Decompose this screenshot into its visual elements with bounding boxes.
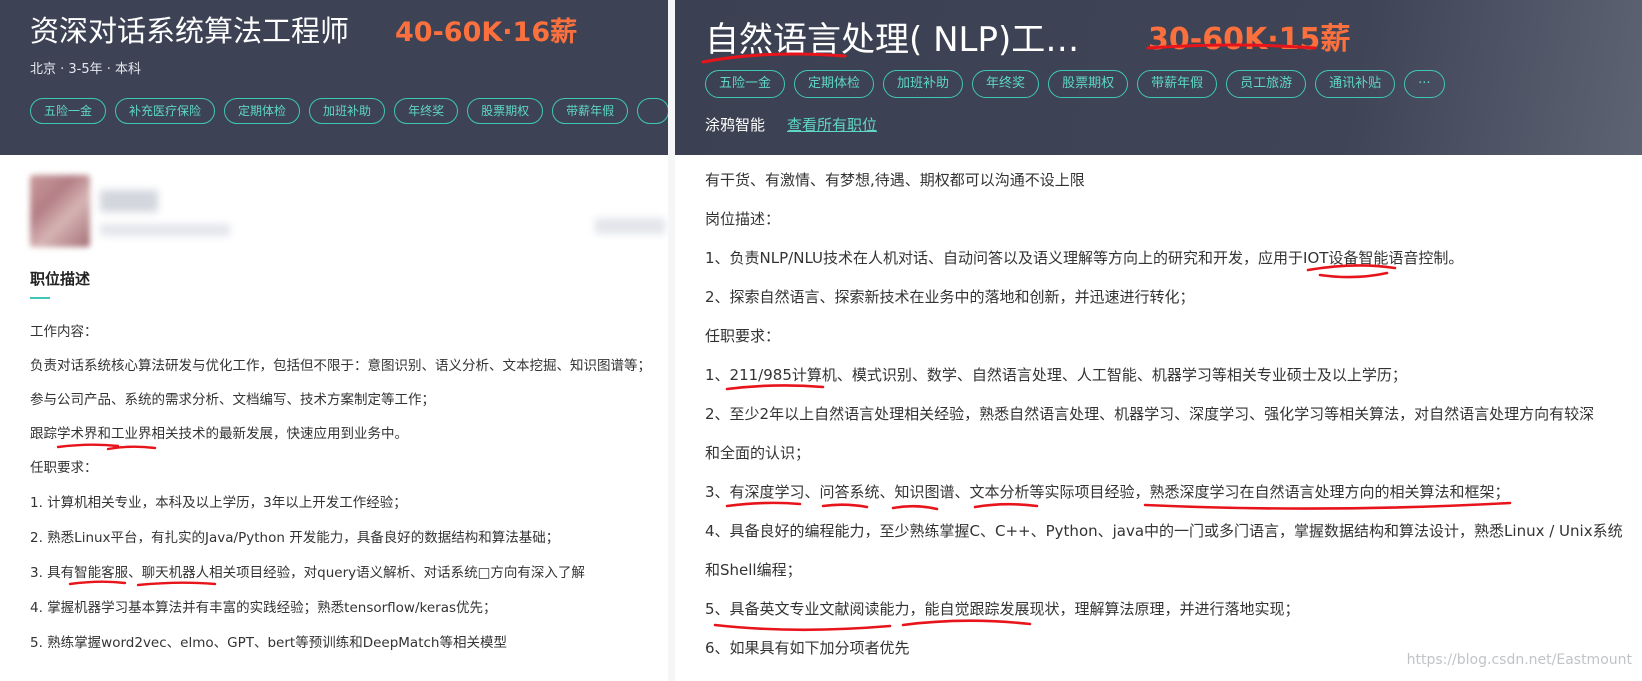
recruiter-info-blurred (100, 224, 230, 236)
right-desc-line: 1、负责NLP/NLU技术在人机对话、自动问答以及语义理解等方向上的研究和开发，… (705, 249, 1464, 267)
right-job-title: 自然语言处理( NLP)工… (705, 20, 1080, 60)
benefit-tag[interactable]: 带薪年假 (552, 98, 629, 124)
right-salary: 30-60K·15薪 (1148, 22, 1351, 57)
right-desc-line: 任职要求： (705, 327, 781, 345)
benefit-tag[interactable]: 定期体检 (794, 70, 875, 98)
annotation-underline (106, 445, 157, 451)
left-job-meta: 北京 · 3-5年 · 本科 (30, 62, 142, 77)
benefit-tag[interactable]: 年终奖 (394, 98, 459, 124)
annotation-underline (68, 580, 127, 586)
left-desc-line: 3. 具有智能客服、聊天机器人相关项目经验，对query语义解析、对话系统□方向… (30, 565, 585, 581)
right-desc-line: 有干货、有激情、有梦想,待遇、期权都可以沟通不设上限 (705, 171, 1085, 189)
left-desc-line: 5. 熟练掌握word2vec、elmo、GPT、bert等预训练和DeepMa… (30, 635, 507, 651)
panel-divider (668, 0, 675, 681)
right-desc-line: 5、具备英文专业文献阅读能力，能自觉跟踪发展现状，理解算法原理，并进行落地实现； (705, 600, 1300, 618)
left-job-title: 资深对话系统算法工程师 (30, 14, 350, 48)
annotation-underline (1143, 501, 1512, 510)
annotation-underline (725, 384, 825, 391)
right-desc-line: 4、具备良好的编程能力，至少熟练掌握C、C++、Python、java中的一门或… (705, 522, 1623, 540)
view-all-jobs-link[interactable]: 查看所有职位 (787, 114, 877, 135)
right-desc-line: 和全面的认识； (705, 444, 811, 462)
section-title-job-description: 职位描述 (30, 270, 91, 288)
annotation-underline (1318, 271, 1389, 279)
benefit-tag[interactable]: 五险一金 (30, 98, 107, 124)
left-desc-line: 工作内容： (30, 324, 98, 340)
left-desc-line: 负责对话系统核心算法研发与优化工作，包括但不限于：意图识别、语义分析、文本挖掘、… (30, 358, 651, 374)
annotation-underline (713, 623, 892, 632)
benefit-tag[interactable]: 年终奖 (972, 70, 1040, 98)
benefit-tag[interactable]: 补充医疗保险 (115, 98, 216, 124)
right-desc-line: 和Shell编程； (705, 561, 802, 579)
annotation-underline (973, 502, 1039, 509)
right-desc-line: 1、211/985计算机、模式识别、数学、自然语言处理、人工智能、机器学习等相关… (705, 366, 1407, 384)
benefit-tag[interactable]: 五险一金 (705, 70, 786, 98)
benefit-tag[interactable]: 通讯补贴 (1315, 70, 1396, 98)
right-desc-line: 岗位描述： (705, 210, 781, 228)
annotation-underline (821, 503, 869, 509)
right-desc-line: 6、如果具有如下加分项者优先 (705, 639, 910, 657)
benefit-tag[interactable]: 股票期权 (1048, 70, 1129, 98)
left-desc-line: 跟踪学术界和工业界相关技术的最新发展，快速应用到业务中。 (30, 426, 408, 442)
right-benefit-tags: 五险一金 定期体检 加班补助 年终奖 股票期权 带薪年假 员工旅游 通讯补贴 ·… (705, 70, 1445, 98)
benefit-tag[interactable]: 股票期权 (467, 98, 544, 124)
left-desc-line: 1. 计算机相关专业，本科及以上学历，3年以上开发工作经验； (30, 495, 407, 511)
recruiter-avatar (30, 175, 90, 247)
left-job-panel: 资深对话系统算法工程师 40-60K·16薪 北京 · 3-5年 · 本科 五险… (0, 0, 668, 681)
left-desc-line: 2. 熟悉Linux平台，有扎实的Java/Python 开发能力，具备良好的数… (30, 530, 560, 546)
annotation-underline (136, 581, 217, 587)
benefit-tag[interactable]: 加班补助 (883, 70, 964, 98)
left-desc-line: 4. 掌握机器学习基本算法并有丰富的实践经验；熟悉tensorflow/kera… (30, 600, 497, 616)
benefit-tag[interactable]: 加班补助 (309, 98, 386, 124)
right-job-header: 自然语言处理( NLP)工… 30-60K·15薪 五险一金 定期体检 加班补助… (675, 0, 1642, 155)
left-job-header: 资深对话系统算法工程师 40-60K·16薪 北京 · 3-5年 · 本科 五险… (0, 0, 668, 155)
left-desc-line: 参与公司产品、系统的需求分析、文档编写、技术方案制定等工作； (30, 392, 435, 408)
csdn-watermark: https://blog.csdn.net/Eastmount (1406, 652, 1632, 668)
recruiter-extra-blurred (595, 218, 665, 234)
right-desc-line: 2、探索自然语言、探索新技术在业务中的落地和创新，并迅速进行转化； (705, 288, 1195, 306)
left-desc-line: 任职要求： (30, 460, 98, 476)
right-desc-line: 3、有深度学习、问答系统、知识图谱、文本分析等实际项目经验，熟悉深度学习在自然语… (705, 483, 1510, 501)
company-name[interactable]: 涂鸦智能 (705, 114, 765, 135)
benefit-tag[interactable]: 带薪年假 (1137, 70, 1218, 98)
annotation-underline (891, 504, 939, 511)
section-title-underline (30, 297, 50, 299)
left-benefit-tags: 五险一金 补充医疗保险 定期体检 加班补助 年终奖 股票期权 带薪年假 (30, 98, 668, 124)
benefit-tag[interactable]: 员工旅游 (1226, 70, 1307, 98)
benefit-tag-partial[interactable] (637, 98, 668, 124)
right-desc-line: 2、至少2年以上自然语言处理相关经验，熟悉自然语言处理、机器学习、深度学习、强化… (705, 405, 1595, 423)
benefit-tag[interactable]: 定期体检 (224, 98, 301, 124)
recruiter-name-blurred (100, 190, 158, 212)
annotation-underline (901, 619, 1032, 627)
annotation-underline (725, 501, 802, 508)
left-salary: 40-60K·16薪 (395, 17, 578, 48)
annotation-underline (56, 443, 120, 449)
right-job-panel: 自然语言处理( NLP)工… 30-60K·15薪 五险一金 定期体检 加班补助… (675, 0, 1642, 681)
more-tags-button[interactable]: ··· (1404, 70, 1445, 98)
